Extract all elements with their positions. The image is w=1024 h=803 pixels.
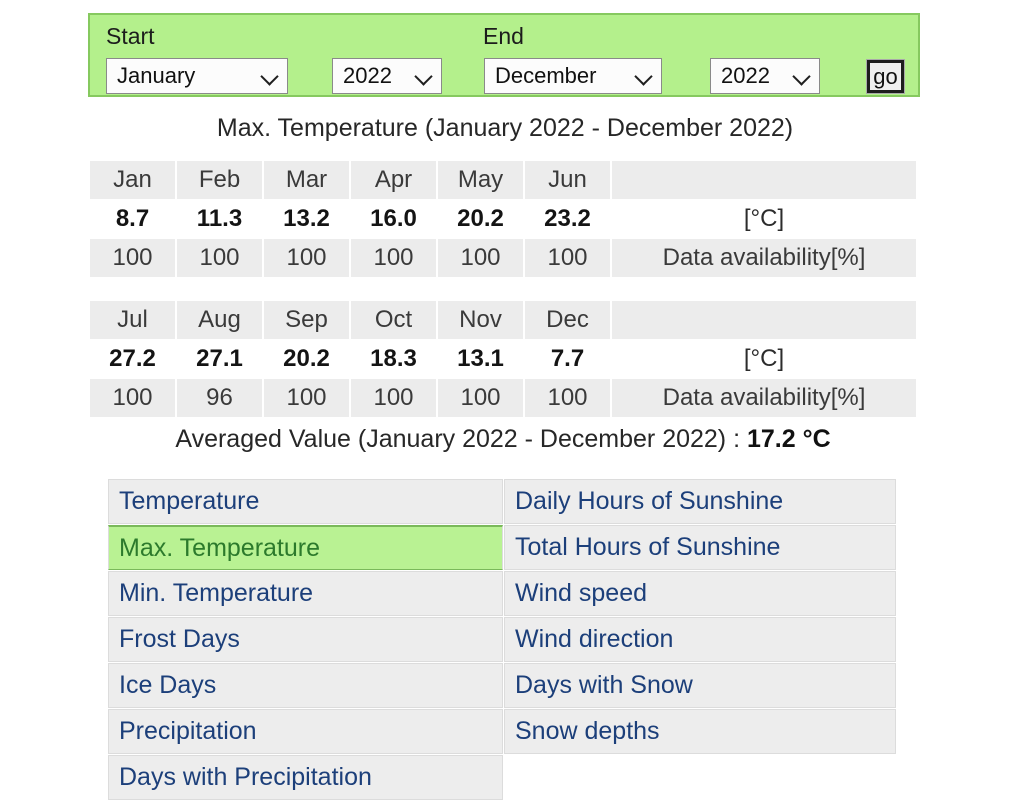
availability-label-cell: Data availability[%] xyxy=(612,379,916,417)
value-cell: 13.1 xyxy=(438,340,523,378)
parameter-link-temperature[interactable]: Temperature xyxy=(108,479,503,524)
parameter-link-total-hours-of-sunshine[interactable]: Total Hours of Sunshine xyxy=(504,525,896,570)
parameter-link-ice-days[interactable]: Ice Days xyxy=(108,663,503,708)
availability-cell: 100 xyxy=(264,239,349,277)
value-cell: 18.3 xyxy=(351,340,436,378)
month-header-cell: Jul xyxy=(90,301,175,339)
end-label: End xyxy=(483,23,524,49)
unit-label-cell: [°C] xyxy=(612,200,916,238)
unit-label-cell: [°C] xyxy=(612,340,916,378)
value-cell: 8.7 xyxy=(90,200,175,238)
month-header-cell: Jun xyxy=(525,161,610,199)
parameter-link-min-temperature[interactable]: Min. Temperature xyxy=(108,571,503,616)
chevron-down-icon xyxy=(415,67,433,85)
parameter-link-frost-days[interactable]: Frost Days xyxy=(108,617,503,662)
end-month-select[interactable]: December xyxy=(484,58,662,94)
parameter-link-max-temperature[interactable]: Max. Temperature xyxy=(108,525,503,570)
value-cell: 20.2 xyxy=(438,200,523,238)
availability-cell: 100 xyxy=(438,379,523,417)
availability-cell: 100 xyxy=(525,379,610,417)
average-value: 17.2 °C xyxy=(746,424,831,453)
month-header-cell: Sep xyxy=(264,301,349,339)
table-row-values: 27.2 27.1 20.2 18.3 13.1 7.7 [°C] xyxy=(90,340,916,378)
month-header-cell: Feb xyxy=(177,161,262,199)
start-year-select[interactable]: 2022 xyxy=(332,58,442,94)
month-header-cell: Mar xyxy=(264,161,349,199)
value-cell: 20.2 xyxy=(264,340,349,378)
end-year-value: 2022 xyxy=(721,63,770,88)
parameter-link-precipitation[interactable]: Precipitation xyxy=(108,709,503,754)
value-cell: 27.2 xyxy=(90,340,175,378)
end-year-select[interactable]: 2022 xyxy=(710,58,820,94)
monthly-table-second-half: Jul Aug Sep Oct Nov Dec 27.2 27.1 20.2 1… xyxy=(88,300,918,461)
monthly-table-first-half: Jan Feb Mar Apr May Jun 8.7 11.3 13.2 16… xyxy=(88,160,918,278)
table-row-months: Jan Feb Mar Apr May Jun xyxy=(90,161,916,199)
table-row-availability: 100 96 100 100 100 100 Data availability… xyxy=(90,379,916,417)
value-cell: 13.2 xyxy=(264,200,349,238)
availability-cell: 100 xyxy=(90,379,175,417)
parameter-link-wind-speed[interactable]: Wind speed xyxy=(504,571,896,616)
month-header-cell: Nov xyxy=(438,301,523,339)
chevron-down-icon xyxy=(793,67,811,85)
availability-label-cell: Data availability[%] xyxy=(612,239,916,277)
chevron-down-icon xyxy=(635,67,653,85)
average-prefix: Averaged Value (January 2022 - December … xyxy=(175,424,747,453)
parameter-link-days-with-precipitation[interactable]: Days with Precipitation xyxy=(108,755,503,800)
table-row-average: Averaged Value (January 2022 - December … xyxy=(90,418,916,460)
parameter-link-snow-depths[interactable]: Snow depths xyxy=(504,709,896,754)
availability-cell: 100 xyxy=(90,239,175,277)
availability-cell: 100 xyxy=(177,239,262,277)
header-spacer-cell xyxy=(612,301,916,339)
month-header-cell: Jan xyxy=(90,161,175,199)
table-row-availability: 100 100 100 100 100 100 Data availabilit… xyxy=(90,239,916,277)
parameter-link-daily-hours-of-sunshine[interactable]: Daily Hours of Sunshine xyxy=(504,479,896,524)
month-header-cell: Aug xyxy=(177,301,262,339)
value-cell: 7.7 xyxy=(525,340,610,378)
end-month-value: December xyxy=(495,63,597,88)
month-header-cell: Dec xyxy=(525,301,610,339)
availability-cell: 100 xyxy=(351,239,436,277)
parameter-list-right: Daily Hours of Sunshine Total Hours of S… xyxy=(504,479,896,801)
availability-cell: 100 xyxy=(264,379,349,417)
go-button[interactable]: go xyxy=(866,59,905,94)
start-label: Start xyxy=(106,23,155,49)
value-cell: 11.3 xyxy=(177,200,262,238)
parameter-list-spacer xyxy=(504,755,896,800)
parameter-link-wind-direction[interactable]: Wind direction xyxy=(504,617,896,662)
month-header-cell: Oct xyxy=(351,301,436,339)
average-cell: Averaged Value (January 2022 - December … xyxy=(90,418,916,460)
parameter-list-left: Temperature Max. Temperature Min. Temper… xyxy=(108,479,503,801)
value-cell: 16.0 xyxy=(351,200,436,238)
start-year-value: 2022 xyxy=(343,63,392,88)
availability-cell: 100 xyxy=(438,239,523,277)
availability-cell: 100 xyxy=(351,379,436,417)
value-cell: 27.1 xyxy=(177,340,262,378)
availability-cell: 96 xyxy=(177,379,262,417)
month-header-cell: Apr xyxy=(351,161,436,199)
chevron-down-icon xyxy=(261,67,279,85)
start-month-value: January xyxy=(117,63,196,88)
table-row-months: Jul Aug Sep Oct Nov Dec xyxy=(90,301,916,339)
date-range-panel: Start End January 2022 December 2022 go xyxy=(88,13,920,97)
header-spacer-cell xyxy=(612,161,916,199)
value-cell: 23.2 xyxy=(525,200,610,238)
page-title: Max. Temperature (January 2022 - Decembe… xyxy=(216,114,794,142)
month-header-cell: May xyxy=(438,161,523,199)
table-row-values: 8.7 11.3 13.2 16.0 20.2 23.2 [°C] xyxy=(90,200,916,238)
start-month-select[interactable]: January xyxy=(106,58,288,94)
availability-cell: 100 xyxy=(525,239,610,277)
parameter-link-days-with-snow[interactable]: Days with Snow xyxy=(504,663,896,708)
